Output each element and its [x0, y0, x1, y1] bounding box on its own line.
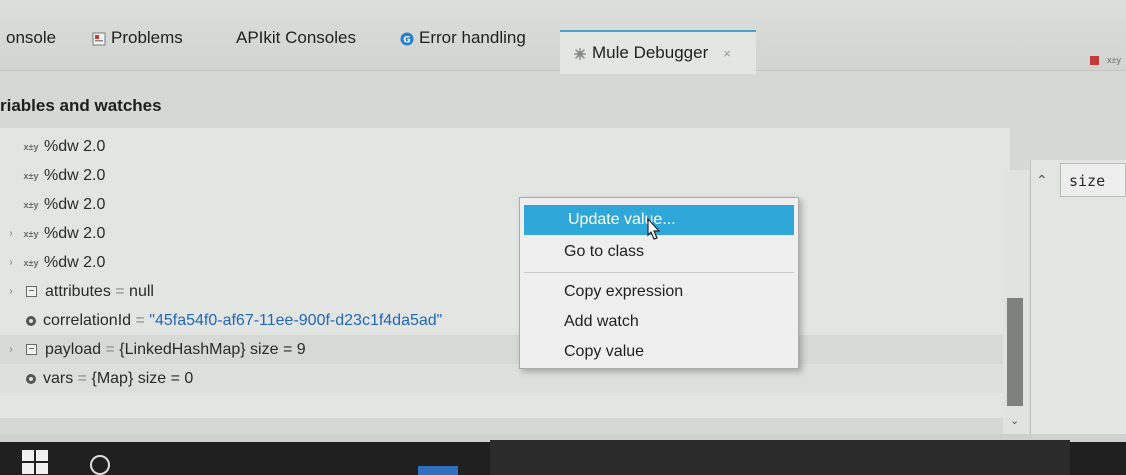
taskbar-app-icon[interactable]: [418, 466, 458, 475]
tree-row[interactable]: x±y %dw 2.0: [0, 190, 1005, 219]
tab-label: Error handling: [419, 28, 526, 47]
taskbar-app-region: [490, 440, 1070, 475]
row-label: vars: [43, 369, 74, 387]
detail-pane: [1030, 160, 1126, 435]
xy-icon[interactable]: x±y: [1107, 56, 1121, 65]
row-label: %dw 2.0: [44, 137, 106, 155]
row-equals: =: [131, 311, 150, 329]
row-equals: =: [101, 340, 120, 358]
row-value: {LinkedHashMap} size = 9: [119, 340, 306, 358]
tab-label: onsole: [6, 28, 57, 47]
expression-icon: x±y: [23, 141, 39, 152]
expression-icon: x±y: [23, 228, 39, 239]
tree-row[interactable]: vars = {Map} size = 0: [0, 364, 1005, 393]
chevron-right-icon[interactable]: ›: [0, 228, 22, 239]
field-icon: [26, 373, 36, 384]
row-label: correlationId: [43, 311, 132, 329]
tab-label: APIkit Consoles: [236, 28, 356, 47]
expression-icon: x±y: [23, 257, 39, 268]
chevron-right-icon[interactable]: ›: [0, 344, 22, 355]
field-icon: [26, 315, 36, 326]
scrollbar-thumb[interactable]: [1007, 298, 1023, 406]
chevron-right-icon[interactable]: ›: [0, 286, 22, 297]
object-icon: [26, 344, 37, 355]
problems-icon: [92, 31, 106, 46]
tree-row[interactable]: x±y %dw 2.0: [0, 132, 1005, 161]
view-tab-bar: onsole Problems APIkit Consoles G Error …: [0, 0, 1126, 74]
tab-label: Problems: [111, 28, 183, 47]
tree-row[interactable]: › attributes = null: [0, 277, 1005, 306]
panel-title: riables and watches: [0, 96, 162, 115]
row-value: {Map} size = 0: [91, 369, 194, 387]
windows-start-icon[interactable]: [22, 450, 50, 475]
chevron-down-icon[interactable]: ⌄: [1010, 414, 1019, 427]
chevron-right-icon[interactable]: ›: [0, 257, 22, 268]
row-label: %dw 2.0: [44, 224, 106, 242]
row-value: null: [129, 282, 154, 300]
row-value: "45fa54f0-af67-11ee-900f-d23c1f4da5ad": [149, 311, 443, 329]
row-label: attributes: [45, 282, 111, 300]
variables-tree: x±y %dw 2.0 x±y %dw 2.0 x±y %dw 2.0 › x±…: [0, 128, 1010, 418]
tree-row[interactable]: › x±y %dw 2.0: [0, 219, 1005, 248]
menu-item-add-watch[interactable]: Add watch: [520, 307, 796, 337]
chevron-up-icon[interactable]: ⌃: [1036, 172, 1048, 189]
menu-item-copy-expression[interactable]: Copy expression: [520, 277, 796, 307]
view-toolbar: x±y: [1090, 56, 1121, 65]
menu-separator: [524, 272, 794, 273]
mouse-pointer-icon: [647, 218, 661, 240]
menu-item-copy-value[interactable]: Copy value: [520, 337, 796, 367]
svg-text:G: G: [403, 36, 410, 46]
expression-icon: x±y: [23, 199, 39, 210]
tab-mule-debugger[interactable]: Mule Debugger ×: [573, 43, 731, 63]
mule-debugger-icon: [573, 46, 587, 60]
error-handling-icon: G: [400, 31, 414, 46]
tab-console[interactable]: onsole: [6, 28, 56, 48]
tab-label: Mule Debugger: [592, 43, 709, 62]
tree-row[interactable]: correlationId = "45fa54f0-af67-11ee-900f…: [0, 306, 1005, 335]
detail-header: size: [1060, 163, 1126, 197]
row-label: %dw 2.0: [44, 253, 106, 271]
row-label: %dw 2.0: [44, 166, 106, 184]
close-icon[interactable]: ×: [723, 46, 731, 61]
row-equals: =: [73, 369, 92, 387]
object-icon: [26, 286, 37, 297]
tree-row[interactable]: › x±y %dw 2.0: [0, 248, 1005, 277]
search-icon[interactable]: [90, 455, 110, 475]
row-label: payload: [45, 340, 102, 358]
row-equals: =: [110, 282, 130, 300]
stop-icon[interactable]: [1090, 56, 1099, 65]
tab-apikit-consoles[interactable]: APIkit Consoles: [236, 28, 356, 48]
tree-row[interactable]: x±y %dw 2.0: [0, 161, 1005, 190]
tab-problems[interactable]: Problems: [92, 28, 183, 48]
tab-error-handling[interactable]: G Error handling: [400, 28, 526, 48]
expression-icon: x±y: [23, 170, 39, 181]
row-label: %dw 2.0: [44, 195, 106, 213]
tree-row[interactable]: › payload = {LinkedHashMap} size = 9: [0, 335, 1005, 364]
